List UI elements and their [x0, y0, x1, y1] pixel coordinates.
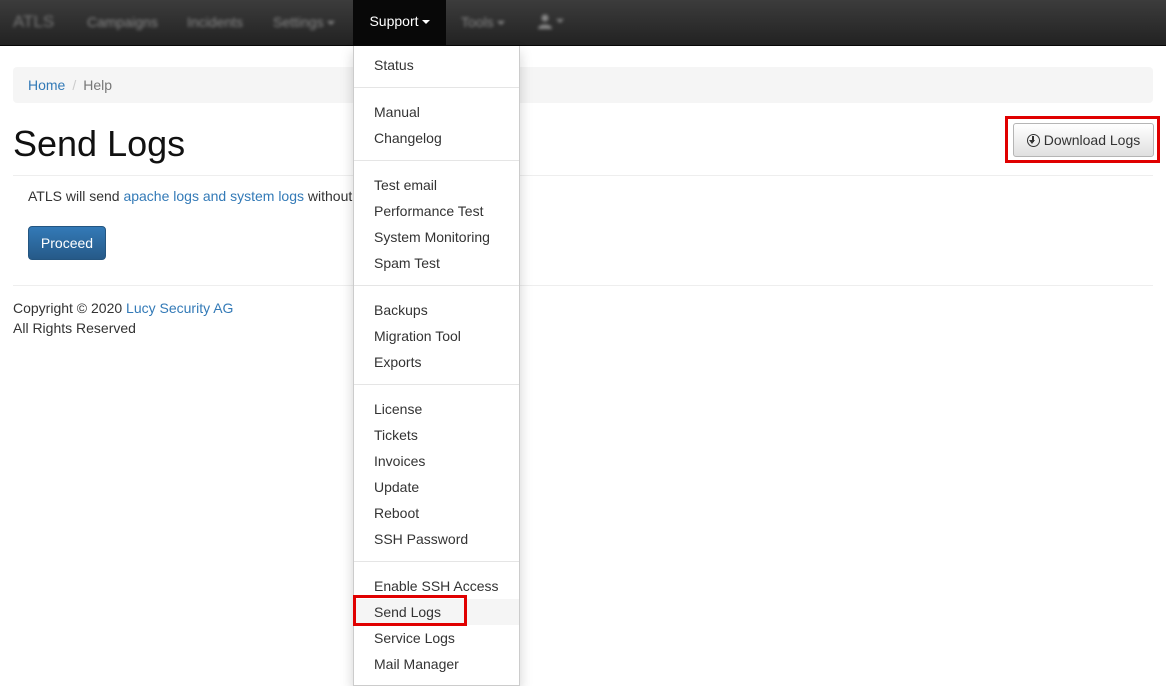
nav-support-label: Support: [369, 13, 419, 29]
menu-item-reboot[interactable]: Reboot: [354, 500, 519, 526]
menu-item-performance-test[interactable]: Performance Test: [354, 198, 519, 224]
menu-item-ssh-password[interactable]: SSH Password: [354, 526, 519, 552]
menu-divider: [354, 160, 519, 161]
content-divider: [13, 285, 1153, 286]
menu-divider: [354, 87, 519, 88]
menu-divider: [354, 561, 519, 562]
nav-incidents[interactable]: Incidents: [187, 14, 243, 30]
menu-item-spam-test[interactable]: Spam Test: [354, 250, 519, 276]
menu-item-license[interactable]: License: [354, 396, 519, 422]
menu-divider: [354, 384, 519, 385]
menu-item-system-monitoring[interactable]: System Monitoring: [354, 224, 519, 250]
support-dropdown-menu: Status Manual Changelog Test email Perfo…: [353, 46, 520, 686]
logs-link[interactable]: apache logs and system logs: [123, 188, 304, 204]
breadcrumb-home[interactable]: Home: [28, 77, 65, 93]
menu-item-tickets[interactable]: Tickets: [354, 422, 519, 448]
nav-campaigns[interactable]: Campaigns: [87, 14, 158, 30]
nav-tools[interactable]: Tools: [461, 14, 505, 30]
menu-item-service-logs[interactable]: Service Logs: [354, 625, 519, 651]
menu-item-update[interactable]: Update: [354, 474, 519, 500]
footer: Copyright © 2020 Lucy Security AG All Ri…: [13, 298, 233, 338]
menu-item-migration-tool[interactable]: Migration Tool: [354, 323, 519, 349]
nav-tools-label: Tools: [461, 14, 494, 30]
nav-settings[interactable]: Settings: [273, 14, 335, 30]
menu-item-backups[interactable]: Backups: [354, 297, 519, 323]
company-link[interactable]: Lucy Security AG: [126, 300, 233, 316]
menu-item-mail-manager[interactable]: Mail Manager: [354, 651, 519, 677]
header-divider: [13, 175, 1153, 176]
breadcrumb: Home / Help: [13, 67, 1153, 103]
menu-item-test-email[interactable]: Test email: [354, 172, 519, 198]
nav-user-menu[interactable]: [537, 12, 564, 30]
intro-text: ATLS will send apache logs and system lo…: [28, 188, 352, 204]
menu-item-changelog[interactable]: Changelog: [354, 125, 519, 151]
menu-item-exports[interactable]: Exports: [354, 349, 519, 375]
nav-support[interactable]: Support: [353, 0, 446, 46]
download-logs-label: Download Logs: [1043, 132, 1141, 148]
proceed-button[interactable]: Proceed: [28, 226, 106, 260]
menu-divider: [354, 285, 519, 286]
download-circle-icon: [1026, 133, 1040, 147]
top-navbar: ATLS Campaigns Incidents Settings Suppor…: [0, 0, 1166, 46]
breadcrumb-separator: /: [72, 77, 77, 93]
chevron-down-icon: [556, 19, 564, 24]
copyright-prefix: Copyright © 2020: [13, 300, 127, 316]
nav-settings-label: Settings: [273, 14, 324, 30]
chevron-down-icon: [421, 20, 430, 25]
intro-prefix: ATLS will send: [28, 188, 124, 204]
menu-item-status[interactable]: Status: [354, 52, 519, 78]
breadcrumb-current: Help: [83, 77, 113, 93]
page-title: Send Logs: [13, 123, 186, 164]
user-icon: [538, 14, 552, 30]
menu-item-invoices[interactable]: Invoices: [354, 448, 519, 474]
copyright-line: Copyright © 2020 Lucy Security AG: [13, 298, 233, 318]
intro-suffix: without: [304, 188, 353, 204]
menu-item-manual[interactable]: Manual: [354, 99, 519, 125]
download-logs-button[interactable]: Download Logs: [1013, 123, 1154, 157]
send-logs-highlight-box: [353, 595, 467, 626]
rights-text: All Rights Reserved: [13, 320, 136, 336]
brand-logo[interactable]: ATLS: [13, 12, 54, 32]
chevron-down-icon: [326, 21, 335, 26]
chevron-down-icon: [496, 21, 505, 26]
